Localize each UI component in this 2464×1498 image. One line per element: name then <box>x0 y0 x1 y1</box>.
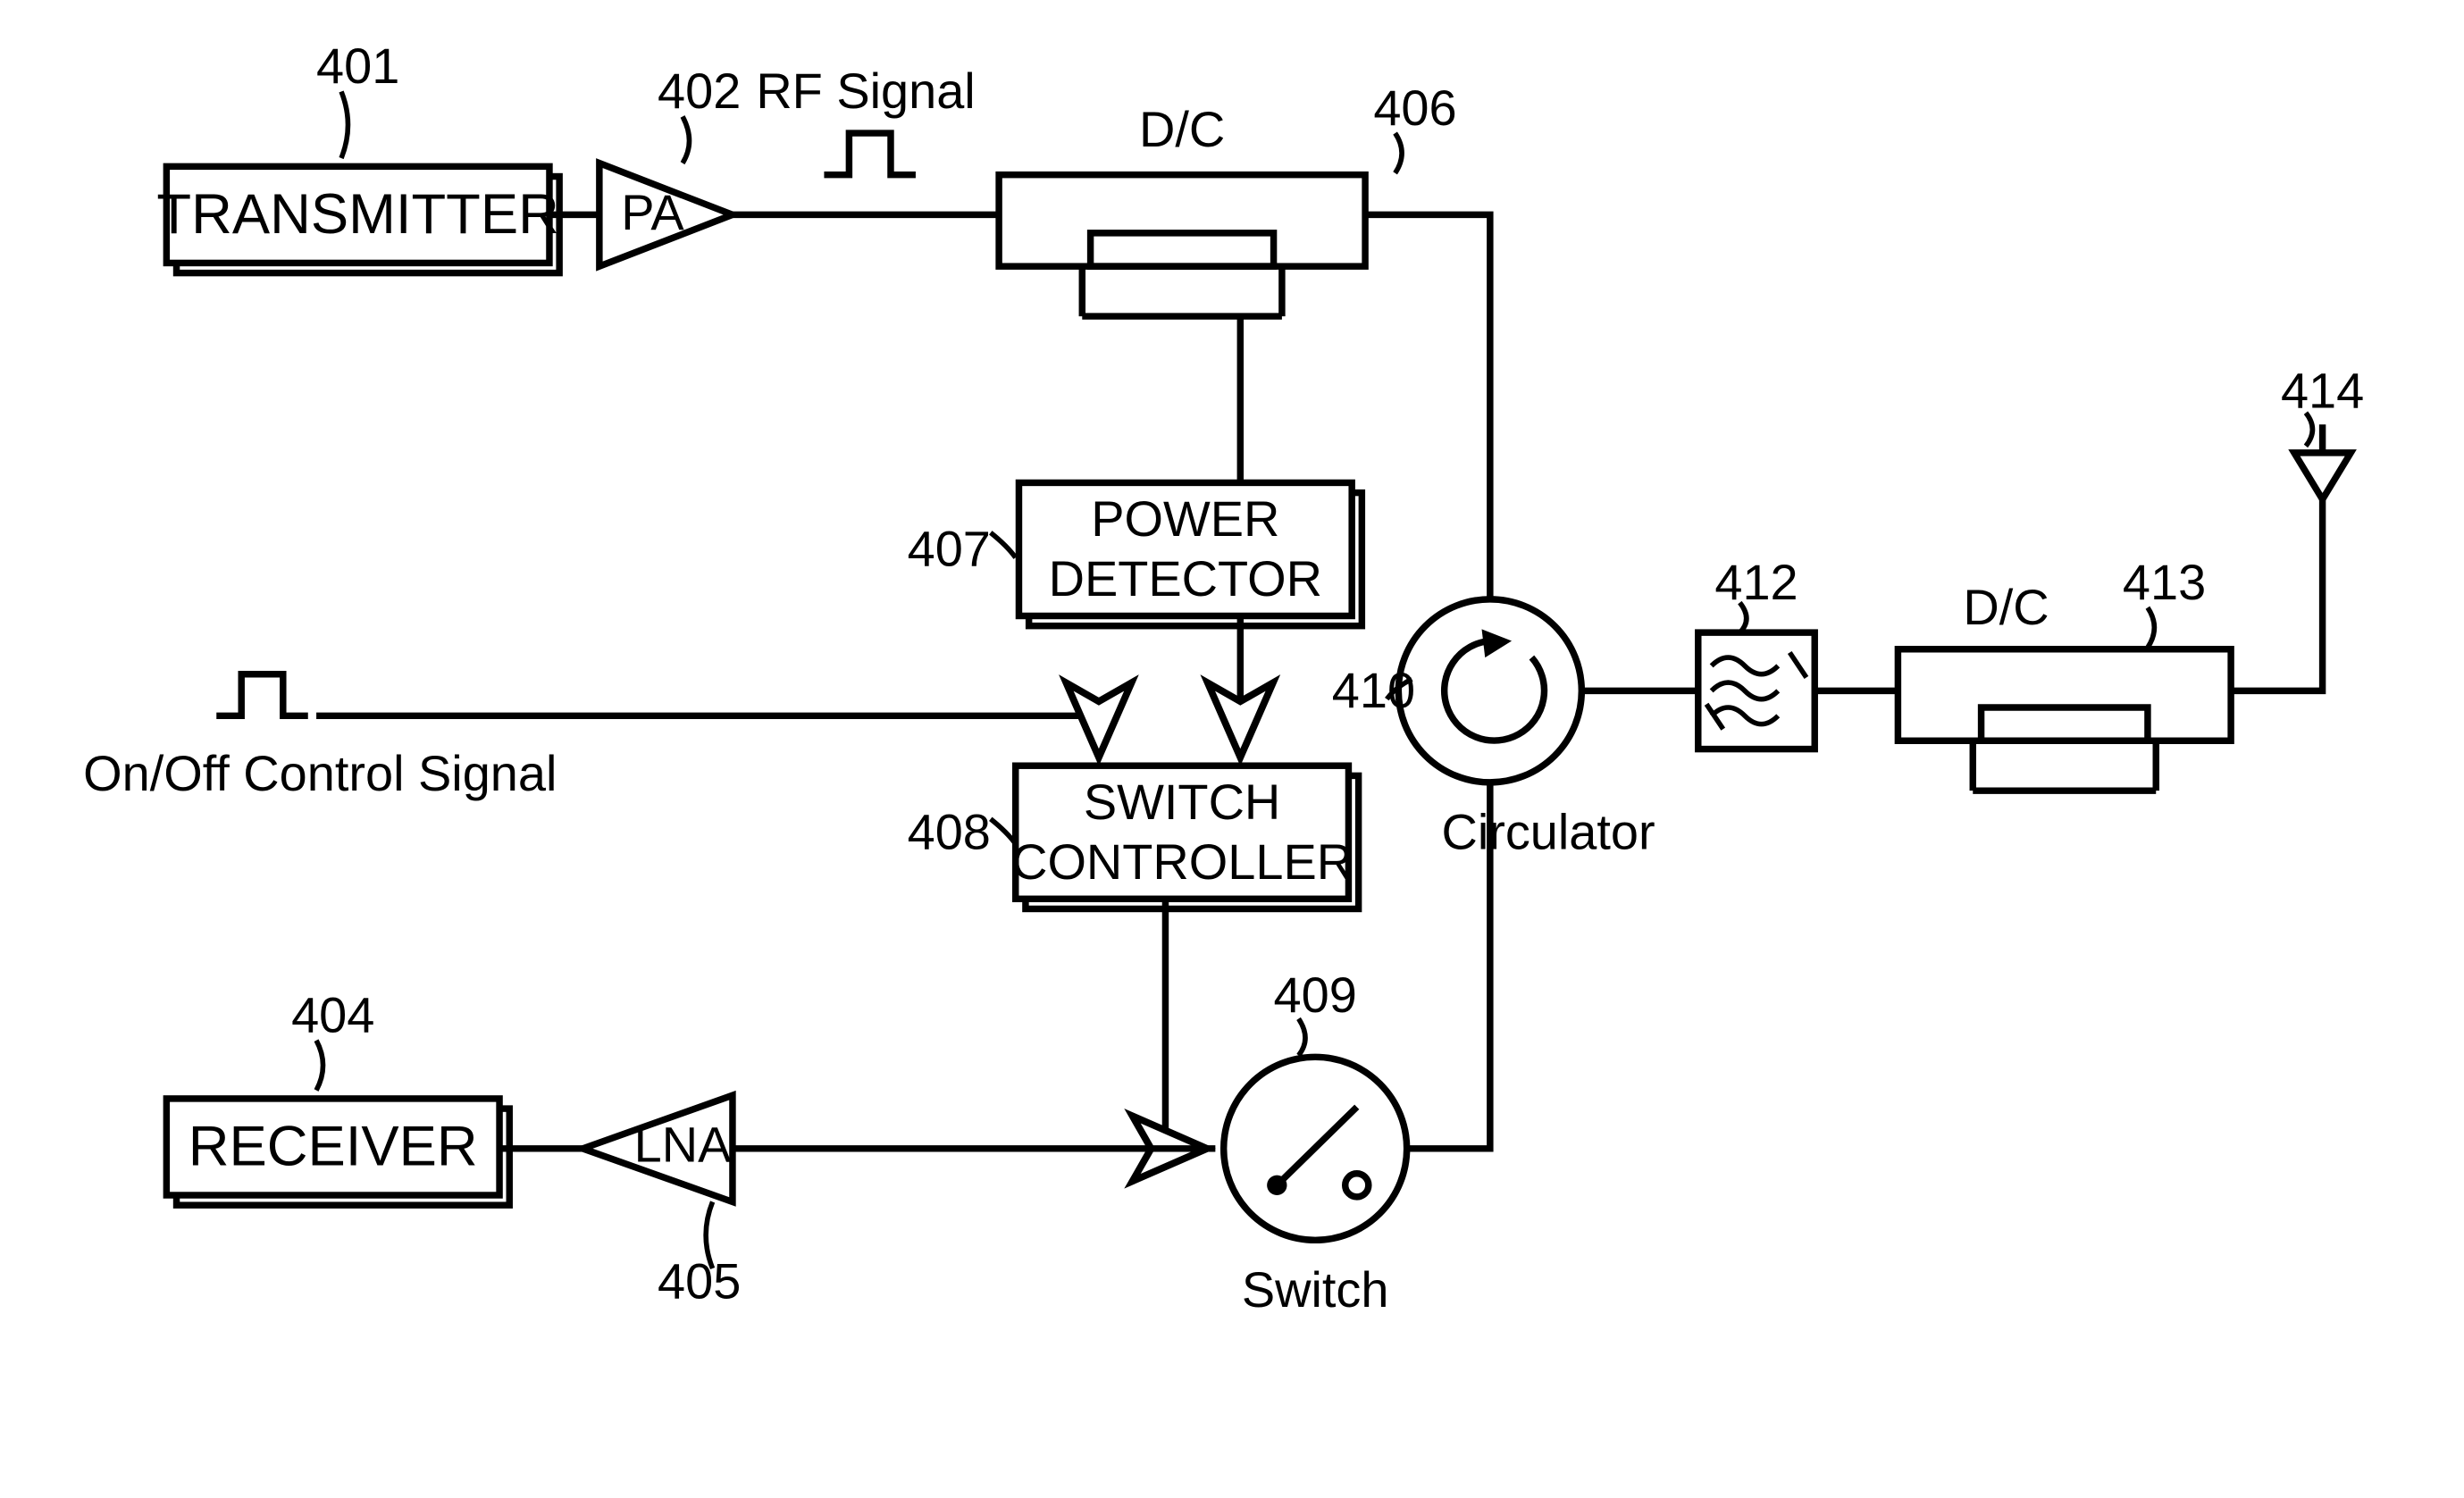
dc1-ref: 406 <box>1373 80 1456 136</box>
dc2-ref: 413 <box>2123 554 2206 610</box>
power-detector-ref: 407 <box>908 521 991 577</box>
switch-ref: 409 <box>1274 967 1357 1023</box>
power-detector-l2: DETECTOR <box>1049 550 1322 607</box>
switch-controller-l2: CONTROLLER <box>1011 833 1353 890</box>
dc1-label: D/C <box>1139 101 1225 157</box>
directional-coupler-1: D/C 406 <box>999 80 1457 316</box>
power-detector-block: POWER DETECTOR 407 <box>908 482 1362 625</box>
onoff-control-signal: On/Off Control Signal <box>83 674 557 801</box>
receiver-block: RECEIVER 404 <box>166 986 509 1205</box>
lna-ref: 405 <box>658 1253 741 1310</box>
rf-signal-label: RF Signal <box>756 63 975 175</box>
transmitter-label: TRANSMITTER <box>156 183 558 246</box>
receiver-ref: 404 <box>291 986 374 1042</box>
pa-ref: 402 <box>658 63 741 119</box>
lna-amplifier: LNA 405 <box>582 1095 741 1309</box>
bandpass-filter: 412 <box>1698 554 1814 749</box>
antenna-icon: 414 <box>2281 363 2364 499</box>
circulator-ref: 410 <box>1332 662 1415 718</box>
switch-controller-ref: 408 <box>908 803 991 859</box>
circulator: Circulator 410 <box>1332 599 1655 860</box>
lna-label: LNA <box>634 1117 732 1173</box>
switch: Switch 409 <box>1224 967 1407 1318</box>
switch-controller-block: SWITCH CONTROLLER 408 <box>908 766 1359 908</box>
transmitter-block: TRANSMITTER 401 <box>156 38 559 272</box>
switch-controller-l1: SWITCH <box>1084 774 1280 830</box>
svg-text:On/Off Control Signal: On/Off Control Signal <box>83 745 557 801</box>
power-detector-l1: POWER <box>1091 490 1279 547</box>
pa-amplifier: PA 402 <box>599 63 741 266</box>
dc2-label: D/C <box>1963 579 2049 635</box>
filter-ref: 412 <box>1714 554 1798 610</box>
circulator-label: Circulator <box>1441 803 1655 859</box>
directional-coupler-2: D/C 413 <box>1898 554 2231 791</box>
antenna-ref: 414 <box>2281 363 2364 419</box>
receiver-label: RECEIVER <box>189 1115 478 1177</box>
pa-label: PA <box>621 184 684 240</box>
rf-block-diagram: TRANSMITTER 401 PA 402 RF Signal D/C 406… <box>0 0 2464 1498</box>
switch-label: Switch <box>1242 1261 1389 1318</box>
transmitter-ref: 401 <box>316 38 399 94</box>
svg-text:RF Signal: RF Signal <box>756 63 975 119</box>
